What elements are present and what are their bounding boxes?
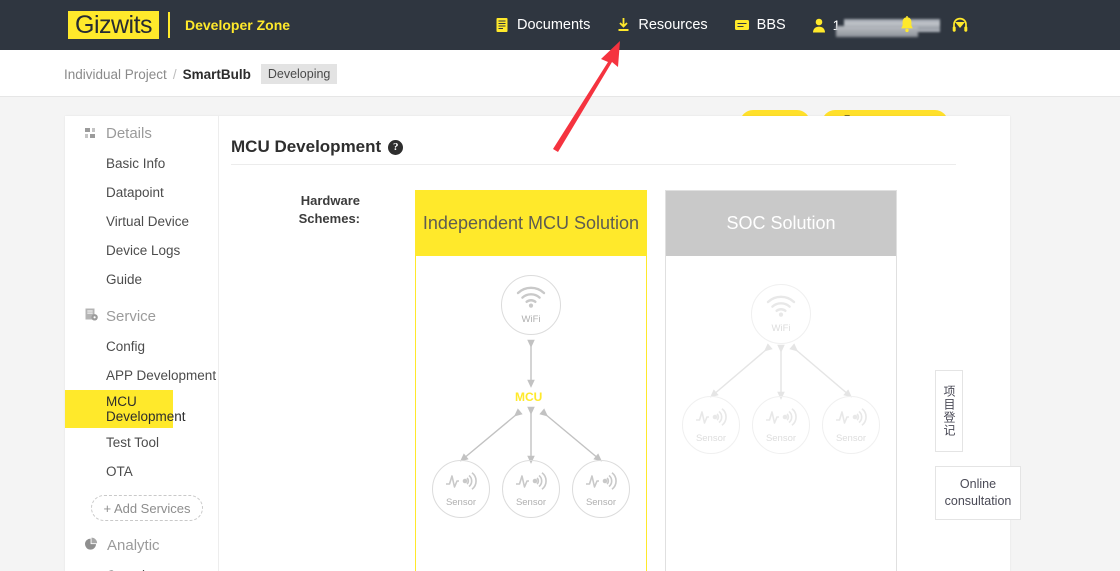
add-services-button[interactable]: + Add Services: [91, 495, 203, 521]
title-divider: [231, 164, 956, 165]
document-icon: [495, 17, 510, 33]
nav-item-bbs[interactable]: BBS: [734, 17, 786, 33]
sidebar-item-overview[interactable]: Overview: [65, 561, 218, 571]
status-badge: Developing: [260, 64, 338, 84]
sensor-icon: [585, 471, 617, 496]
developer-zone-label: Developer Zone: [185, 17, 291, 33]
chat-icon: [734, 18, 750, 32]
question-mark-icon[interactable]: ?: [388, 139, 404, 155]
node-sensor-2: Sensor: [752, 396, 810, 454]
bell-icon: [899, 16, 915, 38]
logo-divider: [168, 12, 170, 38]
wifi-icon: [766, 295, 796, 322]
sidebar-item-app-development[interactable]: APP Development: [65, 361, 218, 390]
nav-label-documents: Documents: [517, 17, 591, 33]
sidebar-item-basic-info[interactable]: Basic Info: [65, 149, 218, 178]
breadcrumb-parent[interactable]: Individual Project: [64, 67, 167, 82]
sidebar-item-test-tool[interactable]: Test Tool: [65, 428, 218, 457]
card-diagram-mcu: WiFi MCU Sensor Sensor Sensor: [416, 256, 646, 571]
node-mcu-label: MCU: [515, 390, 543, 404]
sidebar-item-virtual-device[interactable]: Virtual Device: [65, 207, 218, 236]
node-label-sensor: Sensor: [515, 496, 547, 508]
node-label-wifi: WiFi: [521, 313, 541, 325]
nav-label-resources: Resources: [638, 17, 708, 33]
sensor-icon: [835, 407, 867, 432]
top-navigation-bar: Gizwits Developer Zone Documents Resourc…: [0, 0, 1120, 50]
sidebar-item-config[interactable]: Config: [65, 332, 218, 361]
node-label-sensor: Sensor: [585, 496, 617, 508]
gizwits-logo[interactable]: Gizwits: [68, 11, 160, 39]
node-label-sensor: Sensor: [695, 432, 727, 444]
service-icon: [85, 308, 98, 325]
card-independent-mcu-solution[interactable]: Independent MCU Solution WiFi MCU Sensor…: [415, 190, 647, 571]
node-wifi: WiFi: [501, 275, 561, 335]
notifications-button[interactable]: [899, 16, 915, 39]
card-diagram-soc: WiFi Sensor Sensor Sensor: [666, 256, 896, 571]
nav-item-resources[interactable]: Resources: [616, 17, 708, 33]
user-icon: [812, 18, 826, 33]
page-root: Gizwits Developer Zone Documents Resourc…: [0, 0, 1120, 571]
node-wifi: WiFi: [751, 284, 811, 344]
card-title: Independent MCU Solution: [416, 191, 646, 256]
node-sensor-1: Sensor: [682, 396, 740, 454]
sidebar: Details Basic Info Datapoint Virtual Dev…: [65, 116, 219, 571]
headset-icon: [951, 17, 969, 38]
card-title: SOC Solution: [666, 191, 896, 256]
sensor-icon: [445, 471, 477, 496]
nav-items: Documents Resources BBS 1: [495, 0, 966, 50]
sidebar-group-label: Analytic: [107, 537, 160, 554]
node-label-wifi: WiFi: [771, 322, 791, 334]
analytic-icon: [85, 537, 99, 554]
sidebar-group-label: Service: [106, 308, 157, 325]
breadcrumb-bar: Individual Project / SmartBulb Developin…: [0, 50, 1120, 136]
project-registration-widget[interactable]: 项目登记: [935, 370, 963, 452]
card-soc-solution[interactable]: SOC Solution WiFi Sensor Sensor Sensor: [665, 190, 897, 571]
node-label-sensor: Sensor: [445, 496, 477, 508]
support-button[interactable]: [951, 16, 969, 39]
page-title: MCU Development ?: [231, 137, 404, 157]
sidebar-item-ota[interactable]: OTA: [65, 457, 218, 486]
sidebar-item-datapoint[interactable]: Datapoint: [65, 178, 218, 207]
hardware-schemes-label: Hardware Schemes:: [298, 193, 360, 226]
nav-label-bbs: BBS: [756, 17, 786, 33]
content-area: MCU Development ? Hardware Schemes: Inde…: [220, 116, 1010, 571]
sidebar-item-device-logs[interactable]: Device Logs: [65, 236, 218, 265]
sidebar-group-label: Details: [106, 125, 152, 142]
sidebar-group-service: Service: [65, 294, 218, 332]
node-label-sensor: Sensor: [765, 432, 797, 444]
wifi-icon: [516, 286, 546, 313]
sensor-icon: [765, 407, 797, 432]
main-panel: Details Basic Info Datapoint Virtual Dev…: [65, 116, 1010, 571]
download-icon: [616, 17, 631, 33]
sidebar-item-mcu-development[interactable]: MCU Development: [65, 390, 186, 428]
node-sensor-3: Sensor: [822, 396, 880, 454]
node-sensor-3: Sensor: [572, 460, 630, 518]
breadcrumb-separator: /: [172, 66, 177, 82]
sidebar-item-guide[interactable]: Guide: [65, 265, 218, 294]
sidebar-group-analytic: Analytic: [65, 521, 218, 561]
sidebar-group-details: Details: [65, 116, 218, 149]
breadcrumb-current: SmartBulb: [182, 66, 251, 82]
node-sensor-1: Sensor: [432, 460, 490, 518]
node-label-sensor: Sensor: [835, 432, 867, 444]
sensor-icon: [695, 407, 727, 432]
online-consultation-widget[interactable]: Online consultation: [935, 466, 1021, 520]
breadcrumb: Individual Project / SmartBulb Developin…: [64, 64, 338, 84]
node-sensor-2: Sensor: [502, 460, 560, 518]
sensor-icon: [515, 471, 547, 496]
grid-icon: [85, 128, 98, 139]
page-title-text: MCU Development: [231, 137, 382, 156]
nav-item-documents[interactable]: Documents: [495, 17, 590, 33]
